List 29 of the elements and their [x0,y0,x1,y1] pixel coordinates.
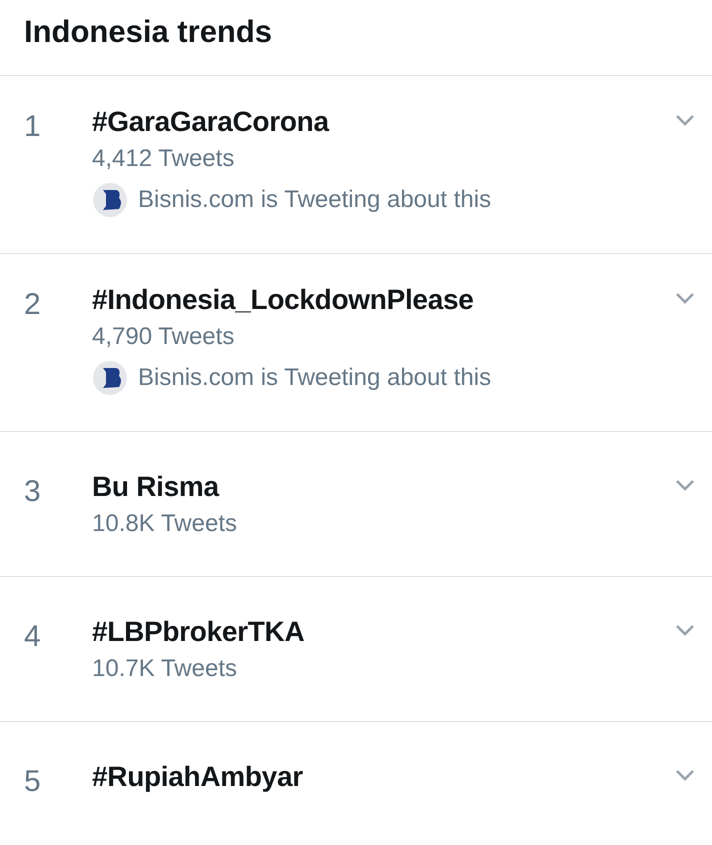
trend-name: #Indonesia_LockdownPlease [92,283,475,317]
tweet-count: 4,790 Tweets [92,322,236,352]
chevron-down-icon[interactable] [675,114,695,126]
trend-rank: 1 [24,109,42,145]
trend-item[interactable]: 3 Bu Risma 10.8K Tweets [0,432,712,577]
tweet-count: 10.8K Tweets [92,509,238,539]
trend-item[interactable]: 5 #RupiahAmbyar [0,722,712,845]
chevron-down-icon[interactable] [675,292,695,304]
trend-rank: 5 [24,764,42,800]
trend-item[interactable]: 1 #GaraGaraCorona 4,412 Tweets Bisnis.com is Tweeting about this [0,76,712,254]
tweet-count: 4,412 Tweets [92,144,236,174]
trend-rank: 2 [24,287,42,323]
trend-item[interactable]: 4 #LBPbrokerTKA 10.7K Tweets [0,577,712,722]
chevron-down-icon[interactable] [675,479,695,491]
trend-name: #GaraGaraCorona [92,105,330,139]
chevron-down-icon[interactable] [675,769,695,781]
trend-rank: 3 [24,474,42,510]
context-text: Bisnis.com is Tweeting about this [138,186,492,214]
avatar-icon [92,182,128,218]
chevron-down-icon[interactable] [675,624,695,636]
trend-name: #LBPbrokerTKA [92,615,306,649]
context-text: Bisnis.com is Tweeting about this [138,364,492,392]
trend-rank: 4 [24,619,42,655]
page-title: Indonesia trends [24,14,272,50]
trend-name: Bu Risma [92,470,220,504]
trend-name: #RupiahAmbyar [92,760,304,794]
tweet-count: 10.7K Tweets [92,654,238,684]
avatar-icon [92,360,128,396]
trend-item[interactable]: 2 #Indonesia_LockdownPlease 4,790 Tweets Bisnis.com is Tweeting about this [0,254,712,432]
